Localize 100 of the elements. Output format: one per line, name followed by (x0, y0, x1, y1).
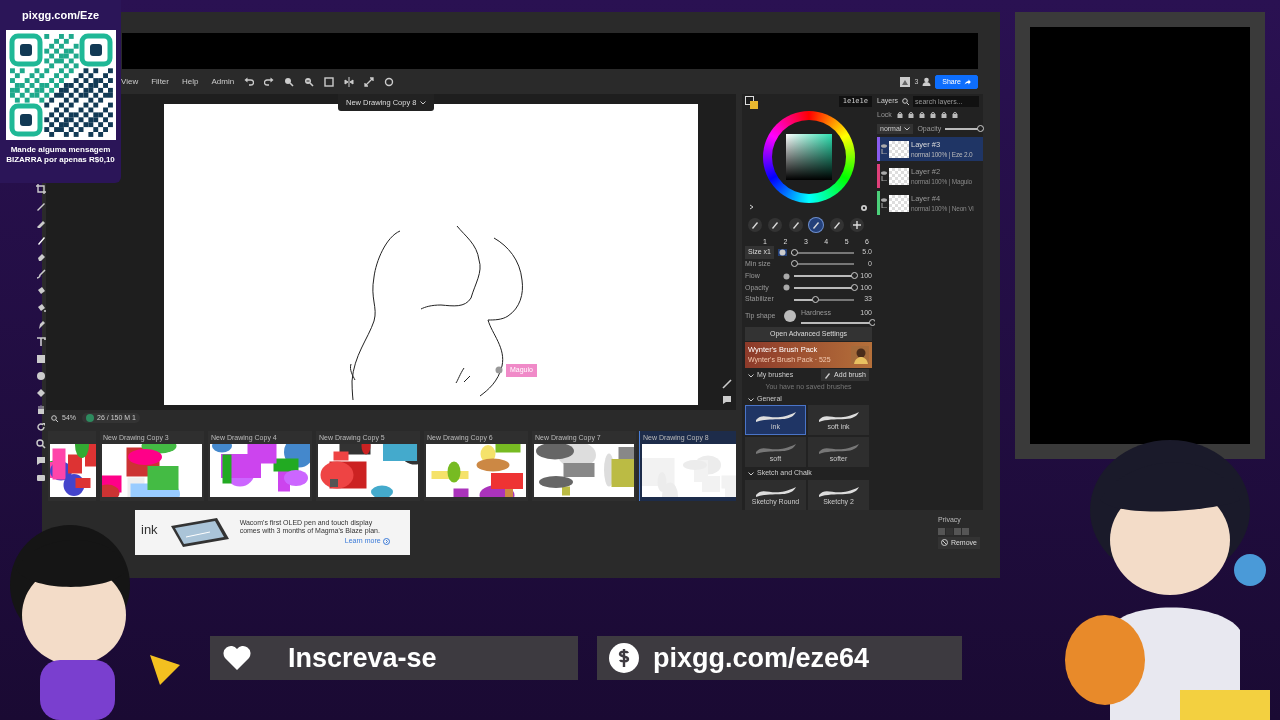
redo-icon[interactable] (264, 77, 275, 87)
banner-text: Inscreva-se (288, 641, 437, 675)
pen-icon[interactable] (722, 379, 732, 389)
zoom-out-icon[interactable] (304, 77, 315, 87)
brush-slot[interactable] (768, 218, 783, 232)
slider-track[interactable] (794, 263, 854, 266)
site-url: pixgg.com/Eze (21, 8, 100, 23)
slider-thumb[interactable] (851, 283, 858, 291)
search-icon (902, 98, 909, 105)
slider-thumb[interactable] (791, 248, 799, 256)
color-swatches-icon[interactable] (745, 96, 759, 110)
square-icon[interactable] (36, 354, 46, 364)
brush-slot[interactable] (809, 218, 824, 232)
brush-slot[interactable] (748, 218, 762, 232)
block-icon (940, 539, 948, 547)
slider-thumb[interactable] (851, 272, 858, 280)
chevron-icon[interactable] (749, 204, 754, 210)
caret-icon (748, 471, 754, 477)
menu-item[interactable]: View (121, 76, 139, 88)
stroke-preview-icon (753, 410, 798, 424)
pressure-icon (778, 249, 786, 256)
lock-icon[interactable] (929, 112, 936, 119)
stroke-preview-icon (753, 442, 798, 456)
drawing-card[interactable] (48, 431, 96, 501)
undo-icon[interactable] (244, 77, 255, 87)
pressure-toggle[interactable] (777, 249, 787, 256)
slider-thumb[interactable] (977, 124, 984, 132)
banner-text: pixgg.com/eze64 (653, 641, 870, 675)
menu-item[interactable]: Filter (151, 76, 169, 88)
circle-icon[interactable] (36, 371, 46, 381)
search-icon[interactable] (36, 439, 46, 449)
layers-icon[interactable] (36, 473, 46, 483)
donation-message: Mande alguma mensagem BIZARRA por apenas R$0,10 (5, 144, 116, 166)
user-icon[interactable] (922, 77, 932, 87)
crop-icon[interactable] (36, 184, 46, 194)
link-icon[interactable] (881, 203, 887, 208)
type-icon[interactable] (36, 337, 46, 347)
cursor-icon (495, 366, 503, 374)
stroke-preview-icon (816, 442, 861, 456)
chevron-icon (382, 537, 390, 545)
stroke-preview-icon (816, 410, 861, 424)
flip-icon[interactable] (344, 77, 355, 87)
search-icon (51, 414, 58, 422)
caret-icon (420, 100, 427, 106)
pen-icon[interactable] (36, 201, 46, 211)
pointer-icon (150, 655, 180, 685)
share-icon (964, 79, 971, 85)
caret-icon (748, 372, 754, 378)
menu-item[interactable]: Admin (211, 76, 235, 88)
smudge-icon[interactable] (36, 320, 46, 330)
eye-icon[interactable] (881, 144, 887, 148)
brush-icon[interactable] (36, 269, 46, 279)
fit-icon[interactable] (324, 77, 335, 87)
tip-shape-icon[interactable] (783, 308, 797, 323)
diamond-icon[interactable] (36, 388, 46, 398)
eraser-icon[interactable] (36, 252, 46, 262)
image-icon[interactable] (900, 77, 911, 87)
lock-icon[interactable] (940, 112, 947, 119)
color-square[interactable] (785, 134, 832, 180)
rotate-icon[interactable] (36, 422, 46, 432)
brush-slot[interactable] (849, 218, 864, 232)
layer-thumbnail (889, 140, 909, 158)
slider-thumb[interactable] (812, 295, 819, 303)
lock-icon[interactable] (896, 112, 903, 119)
zoom-in-icon[interactable] (284, 77, 295, 87)
ad-headline: ink (141, 521, 158, 539)
stroke-preview-icon (816, 485, 861, 498)
eye-icon[interactable] (881, 198, 887, 202)
hand-icon[interactable] (36, 405, 46, 415)
lock-icon[interactable] (918, 112, 925, 119)
brush-slot[interactable] (788, 218, 803, 232)
plus-icon (850, 219, 863, 231)
link-icon[interactable] (881, 176, 887, 181)
layout-toggle-icon[interactable] (937, 527, 970, 535)
stroke-preview-icon (753, 485, 798, 498)
slider-track[interactable] (801, 322, 872, 325)
menu-item[interactable]: Help (182, 76, 199, 88)
lock-icon[interactable] (907, 112, 914, 119)
brush-icon[interactable] (36, 235, 46, 245)
brush-icon (86, 414, 94, 422)
settings-icon[interactable] (860, 204, 868, 212)
pencil-icon[interactable] (36, 218, 46, 228)
chat-icon[interactable] (36, 456, 46, 466)
link-icon[interactable] (881, 149, 887, 154)
brush-slot[interactable] (829, 218, 844, 232)
chat-icon[interactable] (722, 395, 732, 405)
bucket-icon[interactable] (36, 286, 46, 296)
bucket-icon[interactable] (36, 303, 46, 313)
slider-thumb[interactable] (791, 260, 798, 268)
slider-track[interactable] (794, 298, 854, 301)
slider-track[interactable] (790, 251, 854, 254)
reference-icon[interactable] (384, 77, 395, 87)
eye-icon[interactable] (881, 171, 887, 175)
brush-icon (824, 371, 832, 379)
caret-icon (904, 126, 911, 132)
caret-icon (748, 396, 754, 402)
heart-icon (222, 643, 252, 673)
lock-icon[interactable] (951, 112, 958, 119)
expand-icon[interactable] (364, 77, 375, 87)
layer-thumbnail (889, 167, 909, 185)
